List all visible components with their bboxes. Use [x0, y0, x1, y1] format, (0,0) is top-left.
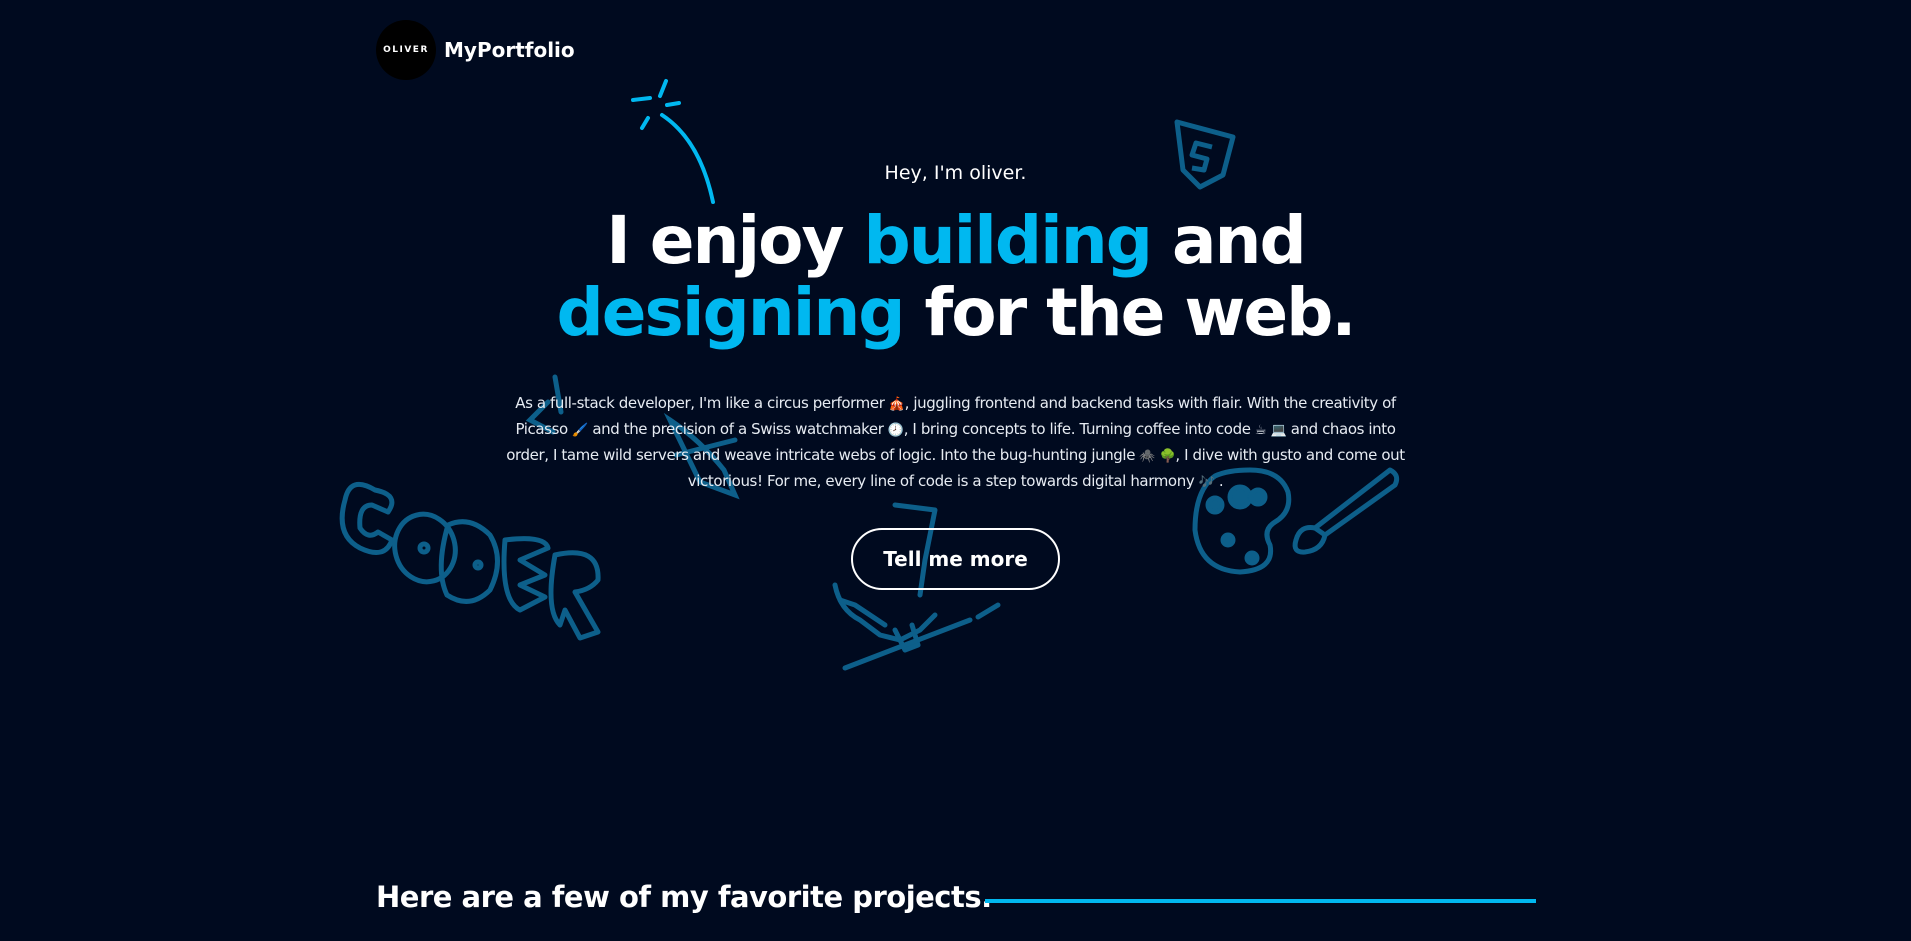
spider-icon: 🕷️	[1139, 449, 1156, 464]
headline-accent-building: building	[863, 202, 1153, 279]
hero-greeting: Hey, I'm oliver.	[884, 162, 1027, 184]
intro-text-7: .	[1218, 472, 1224, 490]
brand-logo-link[interactable]: OLIVER MyPortfolio	[376, 20, 575, 80]
brand-name: MyPortfolio	[444, 38, 575, 62]
laptop-icon: 💻	[1270, 423, 1287, 438]
headline-part-1: I enjoy	[606, 202, 864, 279]
headline-part-3: for the web.	[903, 274, 1357, 351]
hero-intro-paragraph: As a full-stack developer, I'm like a ci…	[500, 391, 1411, 495]
logo-badge: OLIVER	[376, 20, 436, 80]
circus-tent-icon: 🎪	[888, 397, 905, 412]
coffee-icon: ☕	[1254, 423, 1267, 438]
headline-accent-designing: designing	[556, 274, 906, 351]
music-notes-icon: 🎶	[1198, 475, 1215, 490]
coder-graffiti-doodle	[339, 481, 601, 641]
intro-text-1: As a full-stack developer, I'm like a ci…	[515, 394, 889, 412]
hero-headline: I enjoy building and designing for the w…	[0, 205, 1911, 349]
portfolio-page: OLIVER MyPortfolio Hey, I'm oliver. I en…	[0, 0, 1911, 941]
tell-me-more-button[interactable]: Tell me more	[851, 528, 1060, 590]
clock-icon: 🕗	[887, 423, 904, 438]
projects-section-heading: Here are a few of my favorite projects.	[376, 880, 992, 914]
tree-icon: 🌳	[1159, 449, 1176, 464]
intro-text-4: , I bring concepts to life. Turning coff…	[903, 420, 1255, 438]
projects-heading-divider	[985, 899, 1536, 903]
logo-text: OLIVER	[383, 45, 429, 55]
intro-text-3: and the precision of a Swiss watchmaker	[587, 420, 888, 438]
paintbrush-emoji-icon: 🖌️	[572, 423, 588, 438]
headline-part-2: and	[1151, 202, 1307, 279]
